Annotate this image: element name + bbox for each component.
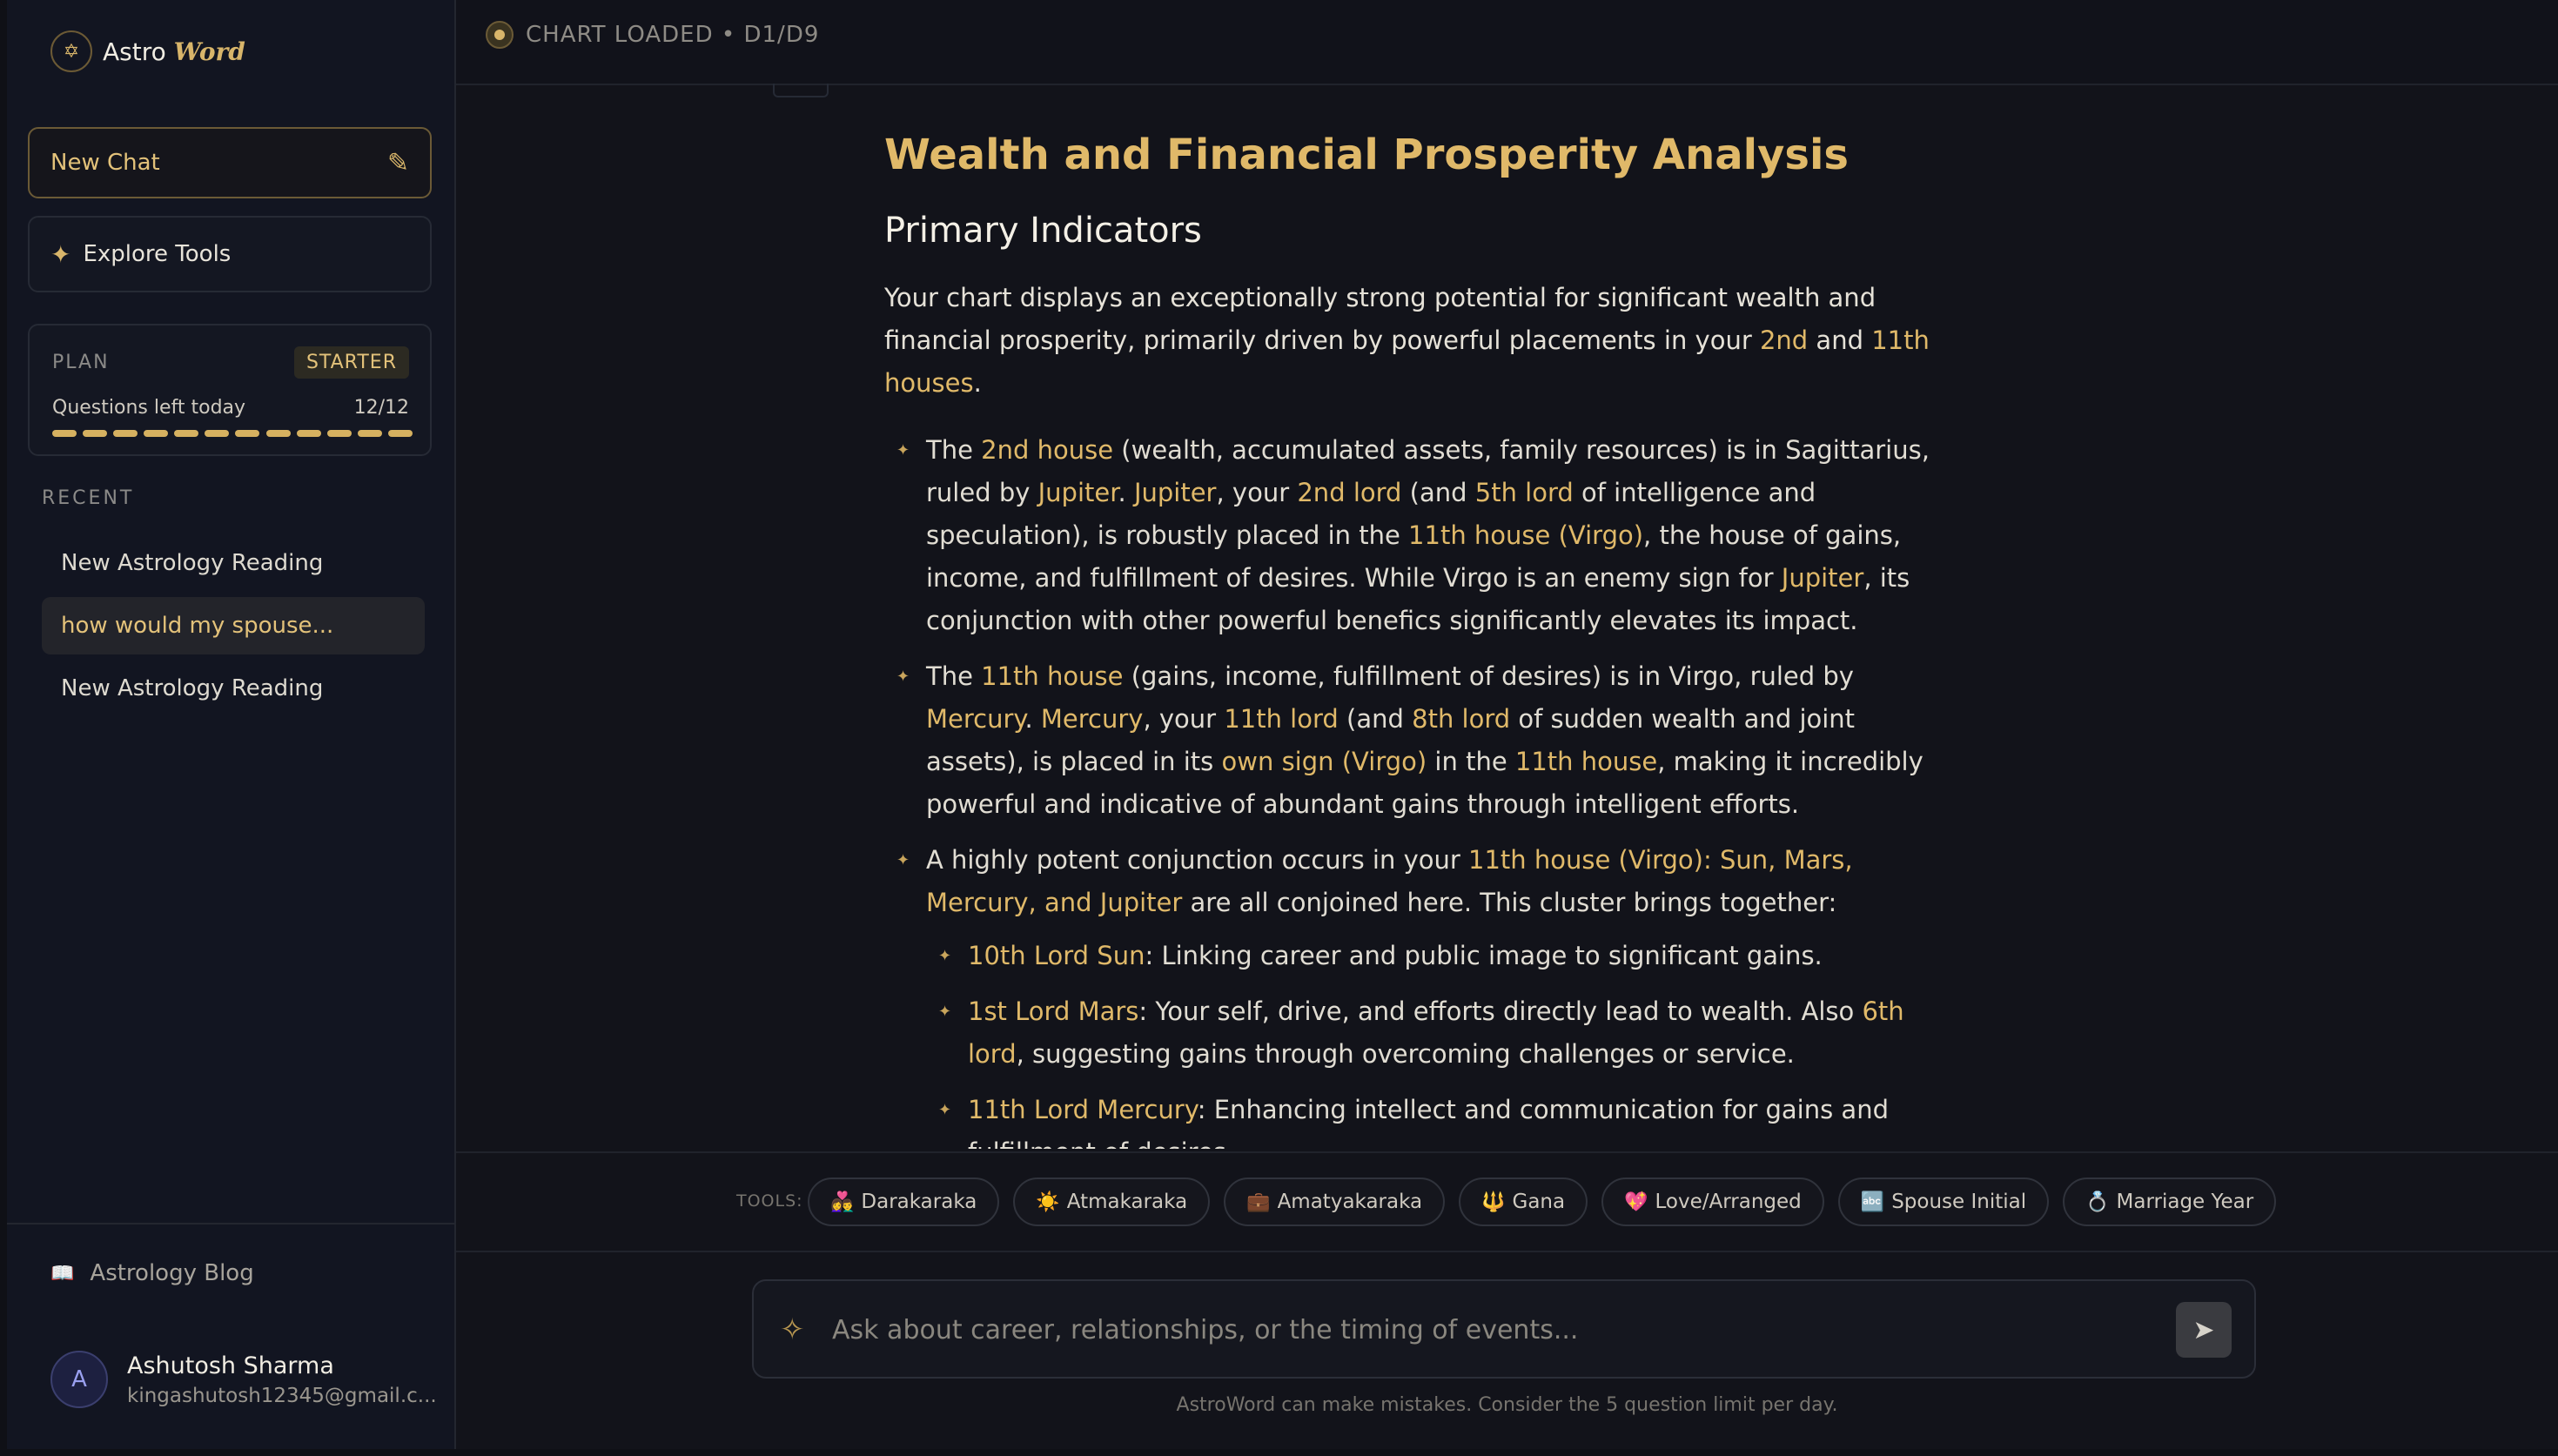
- plan-badge: STARTER: [293, 346, 409, 379]
- new-chat-label: New Chat: [50, 150, 160, 176]
- explore-tools-label: Explore Tools: [83, 241, 232, 267]
- app-window: ✡ Astro Word New Chat ✎ ✦ Explore Tools …: [7, 0, 2558, 1449]
- text-span: and: [1808, 325, 1872, 355]
- progress-dash: [52, 430, 77, 437]
- user-profile[interactable]: A Ashutosh Sharma kingashutosh12345@gmai…: [50, 1351, 437, 1408]
- pencil-icon: ✎: [386, 147, 409, 178]
- plan-label: PLAN: [52, 352, 110, 373]
- ring-icon: 💍: [2085, 1191, 2110, 1213]
- recent-chat-item-active[interactable]: how would my spouse...: [42, 597, 425, 654]
- tool-chip-amatyakaraka[interactable]: 💼 Amatyakaraka: [1224, 1178, 1446, 1226]
- progress-dash: [113, 430, 138, 437]
- highlight: 2nd: [1759, 325, 1809, 355]
- progress-dash: [296, 430, 321, 437]
- plan-card: PLAN STARTER Questions left today 12/12: [28, 324, 432, 456]
- tool-chip-darakaraka[interactable]: 👩‍❤️‍👨 Darakaraka: [808, 1178, 1000, 1226]
- disclaimer: AstroWord can make mistakes. Consider th…: [1176, 1394, 1838, 1416]
- sidebar: ✡ Astro Word New Chat ✎ ✦ Explore Tools …: [7, 0, 456, 1449]
- questions-count: 12/12: [353, 397, 409, 419]
- sub-list-item: 10th Lord Sun: Linking career and public…: [926, 935, 1946, 977]
- couple-icon: 👩‍❤️‍👨: [830, 1191, 855, 1213]
- letters-icon: 🔤: [1860, 1191, 1885, 1213]
- list-item: The 2nd house (wealth, accumulated asset…: [884, 429, 1946, 642]
- heart-icon: 💖: [1624, 1191, 1648, 1213]
- progress-dash: [357, 430, 382, 437]
- list-item: A highly potent conjunction occurs in yo…: [884, 839, 1946, 1149]
- blog-label: Astrology Blog: [90, 1260, 254, 1286]
- chip-label: Spouse Initial: [1891, 1191, 2027, 1213]
- progress-dash: [144, 430, 169, 437]
- chart-status-text: CHART LOADED • D1/D9: [526, 22, 820, 48]
- book-icon: 📖: [50, 1262, 75, 1285]
- user-info: Ashutosh Sharma kingashutosh12345@gmail.…: [127, 1352, 437, 1407]
- chip-label: Darakaraka: [861, 1191, 977, 1213]
- tools-label: TOOLS:: [736, 1191, 803, 1211]
- questions-progress: [52, 430, 413, 437]
- chip-label: Gana: [1512, 1191, 1566, 1213]
- user-email: kingashutosh12345@gmail.c...: [127, 1384, 437, 1407]
- message-subtitle: Primary Indicators: [884, 210, 1202, 251]
- tool-chips: 👩‍❤️‍👨 Darakaraka ☀️ Atmakaraka 💼 Amatyakar…: [808, 1178, 2290, 1226]
- tool-chip-atmakaraka[interactable]: ☀️ Atmakaraka: [1013, 1178, 1211, 1226]
- progress-dash: [387, 430, 413, 437]
- sparkle-icon: ✦: [50, 239, 71, 269]
- message-title: Wealth and Financial Prosperity Analysis: [884, 131, 1849, 179]
- progress-dash: [174, 430, 199, 437]
- brand[interactable]: ✡ Astro Word: [50, 30, 245, 73]
- briefcase-icon: 💼: [1246, 1191, 1271, 1213]
- recent-chat-item[interactable]: New Astrology Reading: [42, 534, 425, 592]
- progress-dash: [83, 430, 108, 437]
- send-icon: ➤: [2192, 1314, 2215, 1345]
- top-bar: CHART LOADED • D1/D9: [456, 0, 2558, 85]
- conjunction-sublist: 10th Lord Sun: Linking career and public…: [926, 935, 1946, 1149]
- tool-chip-marriage-year[interactable]: 💍 Marriage Year: [2063, 1178, 2277, 1226]
- chip-label: Marriage Year: [2116, 1191, 2254, 1213]
- message-action-button[interactable]: [773, 84, 829, 97]
- trident-icon: 🔱: [1481, 1191, 1506, 1213]
- sub-list-item: 11th Lord Mercury: Enhancing intellect a…: [926, 1089, 1946, 1149]
- progress-dash: [265, 430, 291, 437]
- recent-heading: RECENT: [42, 487, 135, 509]
- main-panel: CHART LOADED • D1/D9 Wealth and Financia…: [456, 0, 2558, 1449]
- text-span: Your chart displays an exceptionally str…: [884, 282, 1877, 355]
- explore-tools-button[interactable]: ✦ Explore Tools: [28, 216, 432, 292]
- star-logo-icon: ✡: [50, 30, 92, 72]
- chip-label: Atmakaraka: [1066, 1191, 1188, 1213]
- list-item: The 11th house (gains, income, fulfillme…: [884, 655, 1946, 826]
- brand-suffix: Word: [173, 37, 245, 66]
- send-button[interactable]: ➤: [2176, 1302, 2232, 1358]
- chip-label: Love/Arranged: [1655, 1191, 1802, 1213]
- brand-name: Astro Word: [103, 37, 245, 66]
- text-span: .: [973, 367, 982, 398]
- new-chat-button[interactable]: New Chat ✎: [28, 127, 432, 198]
- indicator-list: The 2nd house (wealth, accumulated asset…: [884, 429, 1946, 1149]
- sparkles-icon: ✧: [780, 1312, 805, 1347]
- tool-chip-spouse-initial[interactable]: 🔤 Spouse Initial: [1837, 1178, 2050, 1226]
- intro-paragraph: Your chart displays an exceptionally str…: [884, 277, 1946, 405]
- tool-chip-gana[interactable]: 🔱 Gana: [1459, 1178, 1588, 1226]
- progress-dash: [235, 430, 260, 437]
- recent-chat-item[interactable]: New Astrology Reading: [42, 660, 425, 717]
- status-dot-icon: [486, 21, 514, 49]
- brand-prefix: Astro: [103, 37, 166, 66]
- chart-status: CHART LOADED • D1/D9: [486, 21, 819, 49]
- progress-dash: [326, 430, 352, 437]
- sun-icon: ☀️: [1036, 1191, 1060, 1213]
- tools-bar: TOOLS: 👩‍❤️‍👨 Darakaraka ☀️ Atmakaraka 💼 Am…: [456, 1151, 2558, 1252]
- tool-chip-love-arranged[interactable]: 💖 Love/Arranged: [1601, 1178, 1824, 1226]
- astrology-blog-link[interactable]: 📖 Astrology Blog: [50, 1260, 254, 1286]
- message-composer: ✧ ➤: [752, 1279, 2256, 1379]
- chip-label: Amatyakaraka: [1277, 1191, 1423, 1213]
- chat-input[interactable]: [830, 1302, 2122, 1358]
- progress-dash: [205, 430, 230, 437]
- sidebar-divider: [7, 1223, 454, 1225]
- sub-list-item: 1st Lord Mars: Your self, drive, and eff…: [926, 990, 1946, 1076]
- user-name: Ashutosh Sharma: [127, 1352, 334, 1379]
- assistant-message: Wealth and Financial Prosperity Analysis…: [884, 131, 1946, 1149]
- questions-left-label: Questions left today: [52, 397, 246, 419]
- avatar: A: [50, 1351, 108, 1408]
